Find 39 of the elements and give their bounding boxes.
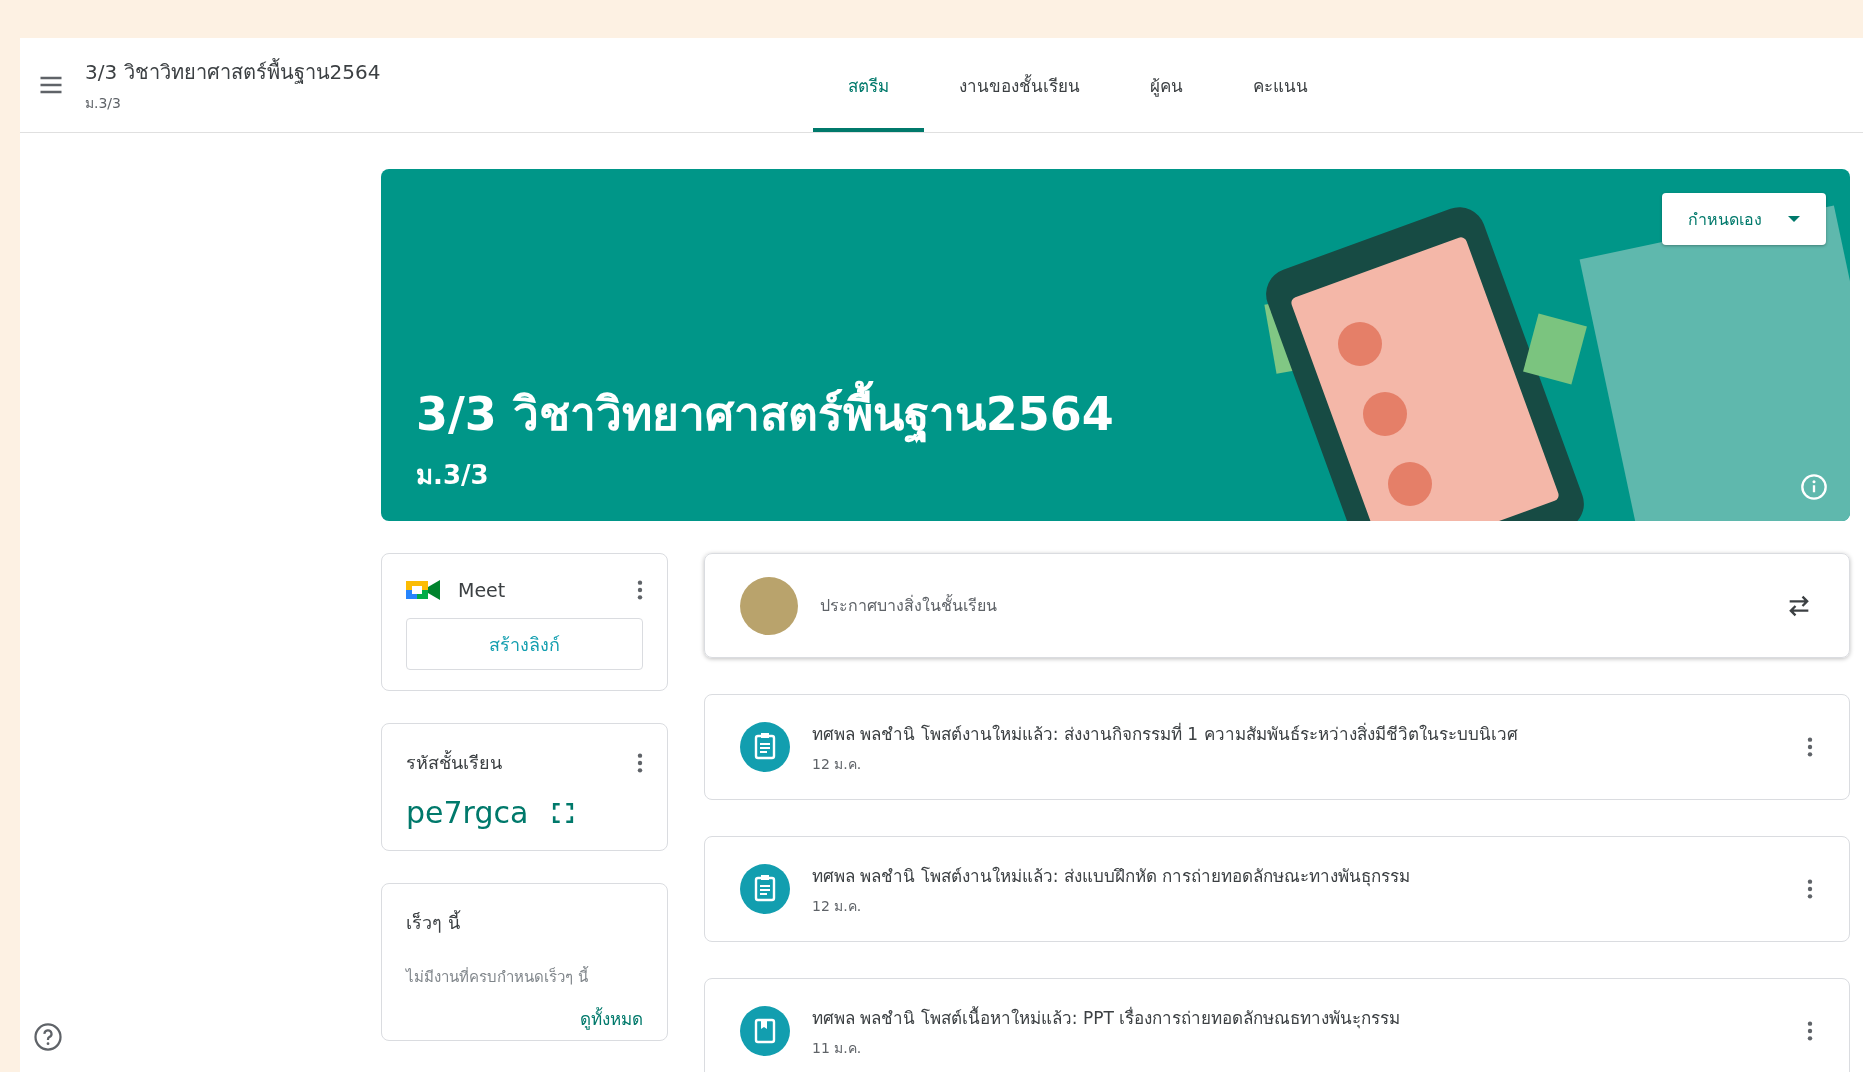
tab[interactable]: คะแนน (1218, 38, 1343, 132)
upcoming-message: ไม่มีงานที่ครบกำหนดเร็วๆ นี้ (406, 965, 590, 988)
user-avatar (740, 576, 798, 635)
more-options-icon[interactable] (637, 751, 643, 774)
more-options-icon[interactable] (1807, 878, 1813, 900)
more-options-icon[interactable] (637, 579, 643, 601)
assignment-icon (740, 864, 790, 914)
class-section: ม.3/3 (85, 92, 381, 114)
assignment-icon (740, 722, 790, 772)
announcement-composer[interactable]: ประกาศบางสิ่งในชั้นเรียน (704, 553, 1850, 658)
class-title: 3/3 วิชาวิทยาศาสตร์พื้นฐาน2564 (85, 57, 381, 86)
fullscreen-icon[interactable] (552, 801, 575, 824)
book-icon (740, 1006, 790, 1056)
banner-title: 3/3 วิชาวิทยาศาสตร์พื้นฐาน2564 (416, 377, 1114, 450)
post-date: 12 ม.ค. (812, 896, 863, 916)
stream-post[interactable]: ทศพล พลชำนิ โพสต์งานใหม่แล้ว: ส่งแบบฝึกหัด การถ่ายทอดลักษณะทางพันธุกรรม 12 ม.ค. (704, 836, 1850, 942)
customize-button[interactable]: กำหนดเอง (1662, 193, 1826, 245)
stream-post[interactable]: ทศพล พลชำนิ โพสต์เนื้อหาใหม่แล้ว: PPT เรื่องการถ่ายทอดลักษณธทางพันะุกรรม 11 ม.ค. (704, 978, 1850, 1072)
tab[interactable]: ผู้คน (1115, 38, 1218, 132)
more-options-icon[interactable] (1807, 1020, 1813, 1042)
post-date: 12 ม.ค. (812, 754, 863, 774)
view-all-link[interactable]: ดูทั้งหมด (406, 1005, 643, 1032)
meet-label: Meet (458, 579, 506, 601)
help-icon[interactable] (33, 1022, 63, 1052)
upcoming-title: เร็วๆ นี้ (406, 909, 462, 935)
post-date: 11 ม.ค. (812, 1038, 863, 1058)
post-title: ทศพล พลชำนิ โพสต์งานใหม่แล้ว: ส่งงานกิจกรรมที่ 1 ความสัมพันธ์ระหว่างสิ่งมีชีวิตในระบบนิเวศ (812, 721, 1518, 746)
announcement-placeholder: ประกาศบางสิ่งในชั้นเรียน (820, 593, 997, 617)
stream-post[interactable]: ทศพล พลชำนิ โพสต์งานใหม่แล้ว: ส่งงานกิจกรรมที่ 1 ความสัมพันธ์ระหว่างสิ่งมีชีวิตในระบบนิเวศ 12 ม.ค. (704, 694, 1850, 800)
more-options-icon[interactable] (1807, 736, 1813, 758)
class-code: pe7rgca (406, 795, 529, 830)
post-title: ทศพล พลชำนิ โพสต์งานใหม่แล้ว: ส่งแบบฝึกหัด การถ่ายทอดลักษณะทางพันธุกรรม (812, 864, 1411, 889)
dropdown-caret-icon (1788, 216, 1800, 222)
class-code-label: รหัสชั้นเรียน (406, 749, 502, 775)
video-camera-icon (406, 578, 440, 602)
tab[interactable]: งานของชั้นเรียน (924, 38, 1115, 132)
post-title: ทศพล พลชำนิ โพสต์เนื้อหาใหม่แล้ว: PPT เรื่องการถ่ายทอดลักษณธทางพันะุกรรม (812, 1005, 1401, 1031)
banner-section: ม.3/3 (416, 454, 1114, 495)
tab[interactable]: สตรีม (813, 38, 924, 132)
